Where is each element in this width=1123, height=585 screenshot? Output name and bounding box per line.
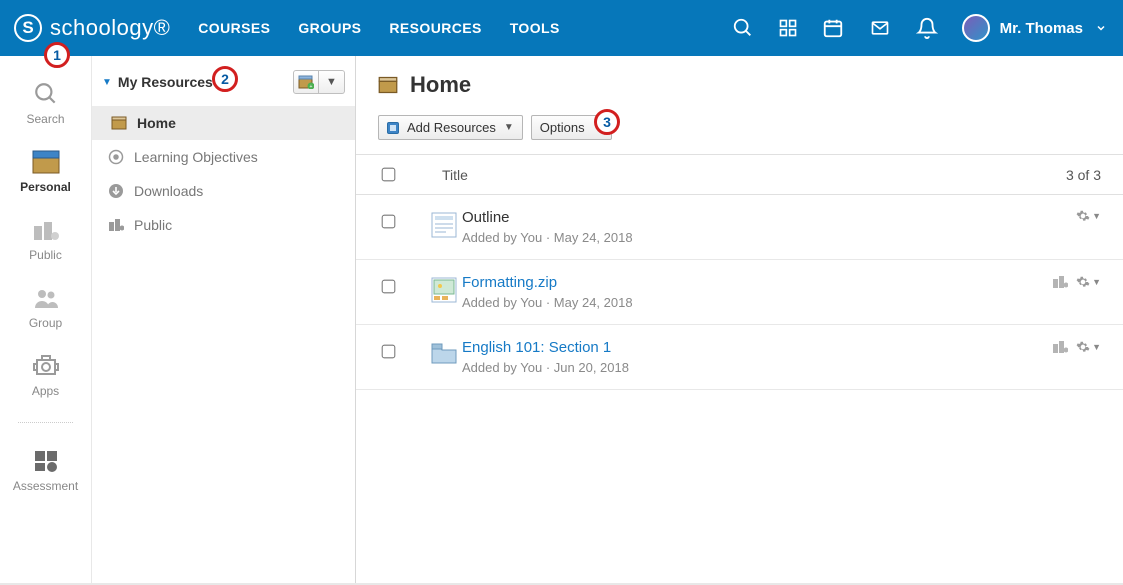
- rail-personal[interactable]: Personal: [0, 142, 91, 200]
- row-settings-button[interactable]: ▼: [1076, 275, 1101, 289]
- folder-box-icon: [111, 116, 127, 130]
- notifications-icon[interactable]: [916, 17, 938, 39]
- row-checkbox[interactable]: [382, 215, 396, 229]
- rail-assessment[interactable]: Assessment: [0, 441, 91, 499]
- search-icon[interactable]: [732, 17, 754, 39]
- row-title[interactable]: Formatting.zip: [462, 274, 1052, 291]
- row-settings-button[interactable]: ▼: [1076, 340, 1101, 354]
- buildings-small-icon: [108, 218, 124, 232]
- sidebar-item-public[interactable]: Public: [92, 208, 355, 242]
- row-checkbox[interactable]: [382, 280, 396, 294]
- row-meta: Added by You · May 24, 2018: [462, 295, 1052, 310]
- main-panel: Home Add Resources ▼ Options ▼ 3 Title 3…: [356, 56, 1123, 583]
- people-icon: [32, 284, 60, 312]
- caret-down-icon: ▼: [504, 122, 514, 133]
- caret-down-icon: ▼: [1092, 277, 1101, 287]
- sidebar-item-label: Public: [134, 217, 172, 233]
- sidebar-item-learning-objectives[interactable]: Learning Objectives: [92, 140, 355, 174]
- buildings-icon: [32, 216, 60, 244]
- caret-down-icon: ▼: [1092, 342, 1101, 352]
- target-icon: [108, 149, 124, 165]
- column-title: Title: [426, 167, 1066, 183]
- item-count: 3 of 3: [1066, 167, 1101, 183]
- share-icon[interactable]: [1052, 339, 1068, 355]
- nav-courses[interactable]: COURSES: [198, 20, 270, 36]
- page-title: Home: [410, 72, 471, 98]
- chevron-down-icon: [1093, 22, 1109, 34]
- row-meta: Added by You · Jun 20, 2018: [462, 360, 1052, 375]
- nav-tools[interactable]: TOOLS: [510, 20, 560, 36]
- table-row: English 101: Section 1 Added by You · Ju…: [356, 325, 1123, 390]
- brand-name: schoology®: [50, 15, 170, 41]
- web-package-icon: [426, 274, 462, 304]
- resource-mini-icon: [387, 122, 399, 134]
- brand[interactable]: S schoology®: [14, 14, 170, 42]
- brand-logo-icon: S: [14, 14, 42, 42]
- row-title[interactable]: English 101: Section 1: [462, 339, 1052, 356]
- sidebar-item-label: Downloads: [134, 183, 203, 199]
- calendar-icon[interactable]: [822, 17, 844, 39]
- annotation-1: 1: [44, 42, 70, 68]
- folder-box-icon: [378, 76, 398, 94]
- sidebar: ▼ My Resources + ▼ 2 Home: [92, 56, 356, 583]
- annotation-2: 2: [212, 66, 238, 92]
- disclosure-icon: ▼: [102, 77, 112, 88]
- nav-icons: [732, 17, 938, 39]
- avatar-icon: [962, 14, 990, 42]
- rail-apps[interactable]: Apps: [0, 346, 91, 404]
- rail-group[interactable]: Group: [0, 278, 91, 336]
- puzzle-icon: [33, 447, 59, 475]
- toolbar: Add Resources ▼ Options ▼ 3: [356, 103, 1123, 155]
- messages-icon[interactable]: [868, 18, 892, 38]
- rail-public[interactable]: Public: [0, 210, 91, 268]
- table-row: Outline Added by You · May 24, 2018 ▼: [356, 195, 1123, 260]
- sidebar-title[interactable]: ▼ My Resources: [102, 74, 213, 90]
- download-icon: [108, 183, 124, 199]
- row-meta: Added by You · May 24, 2018: [462, 230, 1076, 245]
- nav-resources[interactable]: RESOURCES: [389, 20, 481, 36]
- collection-menu-button[interactable]: ▼: [319, 70, 345, 94]
- caret-down-icon: ▼: [1092, 211, 1101, 221]
- page-header: Home: [356, 56, 1123, 103]
- folder-icon: [426, 339, 462, 365]
- sidebar-item-label: Home: [137, 115, 176, 131]
- add-collection-button[interactable]: +: [293, 70, 319, 94]
- row-checkbox[interactable]: [382, 345, 396, 359]
- sidebar-item-downloads[interactable]: Downloads: [92, 174, 355, 208]
- primary-nav: COURSES GROUPS RESOURCES TOOLS: [198, 20, 559, 36]
- annotation-3: 3: [594, 109, 620, 135]
- camera-icon: [33, 352, 59, 380]
- box-icon: [32, 148, 60, 176]
- nav-groups[interactable]: GROUPS: [298, 20, 361, 36]
- sidebar-item-home[interactable]: Home: [92, 106, 355, 140]
- user-name: Mr. Thomas: [1000, 20, 1083, 37]
- row-settings-button[interactable]: ▼: [1076, 209, 1101, 223]
- top-nav: S schoology® COURSES GROUPS RESOURCES TO…: [0, 0, 1123, 56]
- app-rail: Search Personal Public Group Apps: [0, 56, 92, 583]
- table-header: Title 3 of 3: [356, 155, 1123, 195]
- table-row: Formatting.zip Added by You · May 24, 20…: [356, 260, 1123, 325]
- page-doc-icon: [426, 209, 462, 239]
- select-all-checkbox[interactable]: [382, 168, 396, 182]
- apps-grid-icon[interactable]: [778, 18, 798, 38]
- magnifier-icon: [33, 80, 59, 108]
- add-resources-button[interactable]: Add Resources ▼: [378, 115, 523, 140]
- user-menu[interactable]: Mr. Thomas: [962, 14, 1109, 42]
- svg-text:+: +: [310, 84, 313, 89]
- row-title[interactable]: Outline: [462, 209, 1076, 226]
- share-icon[interactable]: [1052, 274, 1068, 290]
- rail-search[interactable]: Search: [0, 74, 91, 132]
- sidebar-item-label: Learning Objectives: [134, 149, 258, 165]
